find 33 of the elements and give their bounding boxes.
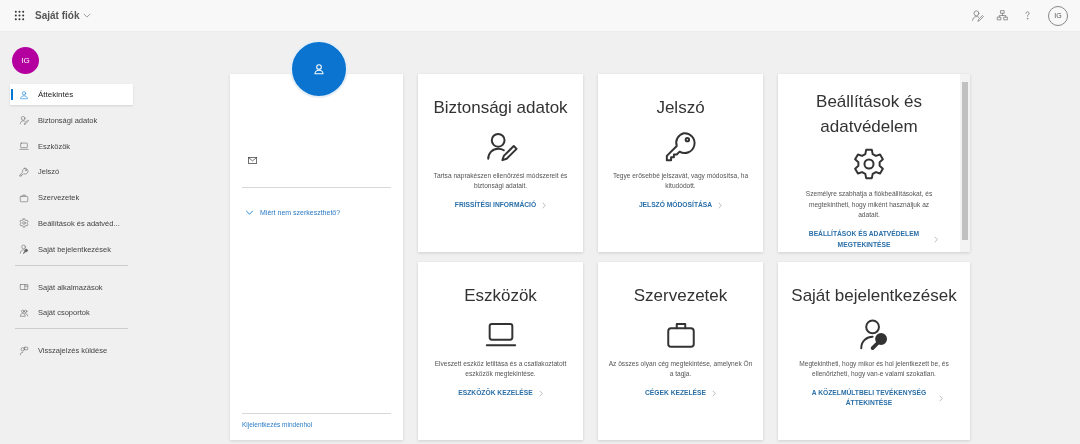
card-title: Beállítások és adatvédelem (815, 91, 923, 138)
person-pencil-icon[interactable] (971, 9, 984, 22)
chevron-right-icon (538, 389, 543, 397)
card-title: Saját bejelentkezések (791, 285, 957, 307)
key-icon (19, 166, 29, 177)
scrollbar[interactable] (960, 74, 970, 252)
gear-icon (19, 218, 29, 229)
chevron-right-icon (542, 201, 547, 209)
people-icon (19, 307, 29, 318)
laptop-icon (19, 141, 29, 152)
mail-icon (248, 157, 257, 164)
user-avatar[interactable]: IG (12, 47, 39, 74)
card-title: Szervezetek (633, 285, 728, 307)
person-icon (19, 89, 29, 100)
briefcase-icon (19, 192, 29, 203)
sidebar-item[interactable]: Áttekintés (10, 84, 133, 105)
chevron-down-icon (245, 210, 254, 215)
card-title: Jelszó (656, 97, 705, 119)
chevron-right-icon (934, 236, 938, 244)
chevron-right-icon (939, 394, 943, 402)
gear-icon (852, 147, 886, 182)
chevron-right-icon (711, 389, 716, 397)
account-menu-button[interactable]: Saját fiók (35, 10, 92, 21)
org-chart-icon[interactable] (996, 9, 1009, 22)
chevron-right-icon (718, 201, 723, 209)
card-title: Eszközök (464, 285, 537, 307)
chevron-down-icon (83, 13, 92, 18)
person-key-icon (19, 244, 29, 255)
app-launcher-icon[interactable] (14, 10, 25, 21)
person-pencil-icon (19, 115, 29, 126)
card-title: Biztonsági adatok (433, 97, 568, 119)
person-comment-icon (19, 345, 29, 356)
window-icon (19, 282, 29, 293)
